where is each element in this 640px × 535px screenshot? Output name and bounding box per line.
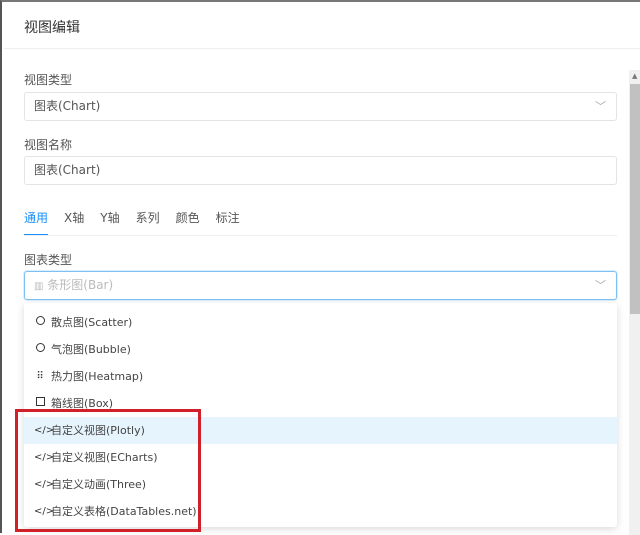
tab-annotations[interactable]: 标注 (216, 209, 240, 236)
tab-y-axis[interactable]: Y轴 (100, 209, 119, 236)
option-scatter[interactable]: 散点图(Scatter) (24, 309, 617, 336)
tab-bar: 通用 X轴 Y轴 系列 颜色 标注 (24, 209, 256, 236)
option-label: 气泡图(Bubble) (51, 343, 131, 356)
scrollbar-thumb[interactable] (630, 84, 640, 314)
tab-colors[interactable]: 颜色 (176, 209, 200, 236)
header-divider (4, 48, 640, 49)
view-edit-dialog: 视图编辑 视图类型 图表(Chart) ﹀ 视图名称 图表(Chart) 通用 … (0, 0, 640, 535)
option-label: 散点图(Scatter) (51, 316, 133, 329)
chevron-down-icon: ﹀ (595, 100, 606, 113)
chart-type-label: 图表类型 (24, 253, 73, 267)
scroll-up-icon[interactable]: ▲ (632, 72, 637, 80)
view-name-label: 视图名称 (24, 138, 73, 152)
view-name-value: 图表(Chart) (34, 163, 101, 177)
circle-icon (34, 336, 46, 363)
annotation-highlight-box (15, 409, 201, 532)
grid-icon: ⠿ (36, 371, 44, 382)
circle-icon (34, 309, 46, 336)
tab-x-axis[interactable]: X轴 (64, 209, 84, 236)
view-type-label: 视图类型 (24, 73, 73, 87)
view-type-value: 图表(Chart) (34, 99, 101, 113)
bar-chart-icon: ▥ (34, 281, 44, 292)
option-label: 热力图(Heatmap) (51, 370, 144, 383)
scrollbar[interactable]: ▲ (629, 70, 640, 535)
tab-general[interactable]: 通用 (24, 209, 49, 236)
chart-type-select[interactable]: ▥ 条形图(Bar) ﹀ (24, 271, 617, 300)
option-heatmap[interactable]: ⠿ 热力图(Heatmap) (24, 363, 617, 390)
dialog-title: 视图编辑 (24, 20, 80, 36)
chevron-down-icon: ﹀ (595, 279, 606, 292)
view-type-select[interactable]: 图表(Chart) ﹀ (24, 92, 617, 121)
option-bubble[interactable]: 气泡图(Bubble) (24, 336, 617, 363)
tab-divider (24, 235, 617, 236)
tab-series[interactable]: 系列 (136, 209, 160, 236)
view-name-input[interactable]: 图表(Chart) (24, 156, 617, 185)
chart-type-value: 条形图(Bar) (47, 278, 114, 292)
